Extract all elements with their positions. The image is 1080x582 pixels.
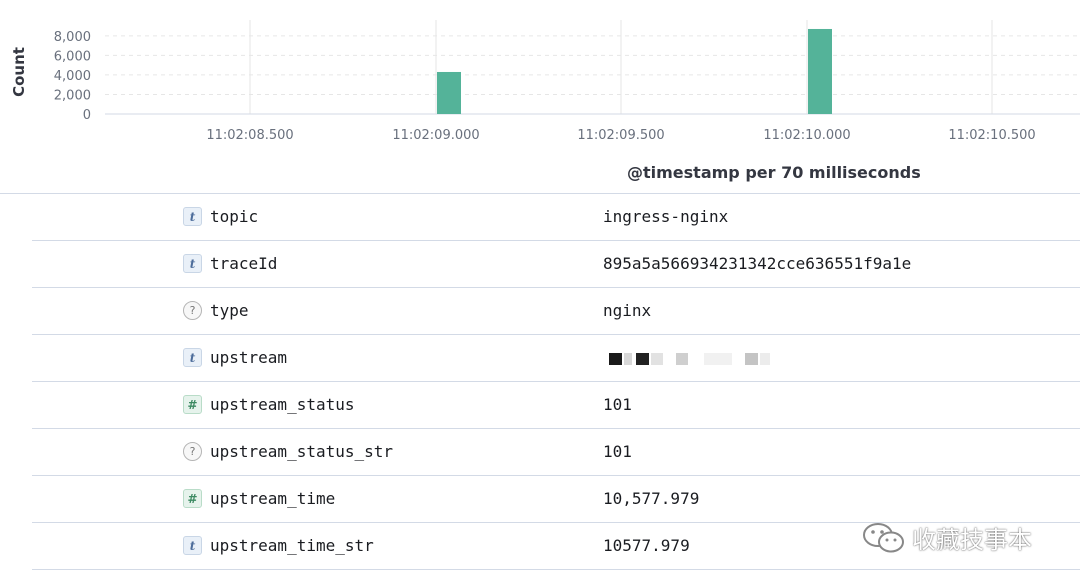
field-name: upstream_status_str [210,442,394,461]
field-value: 101 [603,442,632,461]
y-tick-label: 0 [83,108,91,123]
field-row: # upstream_status 101 [32,382,1080,429]
string-type-icon: t [183,536,202,555]
string-type-icon: t [183,254,202,273]
field-name: upstream [210,348,288,367]
unknown-type-icon: ? [183,442,202,461]
watermark-text: 收藏技事本 [912,526,1032,554]
field-value: ingress-nginx [603,207,729,226]
redacted-value [609,349,779,369]
histogram-chart: 0 2,000 4,000 6,000 8,000 11:02:08.500 11:02:0… [10,20,1080,143]
string-type-icon: t [183,348,202,367]
string-type-icon: t [183,207,202,226]
field-row: # upstream_time 10,577.979 [32,476,1080,523]
x-axis-label: @timestamp per 70 milliseconds [627,163,921,182]
wechat-icon [863,522,904,552]
field-row: t traceId 895a5a566934231342cce636551f9a… [32,241,1080,288]
field-value: 895a5a566934231342cce636551f9a1e [603,254,912,273]
watermark: 收藏技事本 [862,520,1032,555]
field-row: ? type nginx [32,288,1080,335]
field-value: 10577.979 [603,536,690,555]
number-type-icon: # [183,489,202,508]
y-tick-label: 8,000 [54,30,91,45]
field-value: 10,577.979 [603,489,700,508]
y-tick-label: 4,000 [54,69,91,84]
y-tick-label: 2,000 [54,88,91,103]
number-type-icon: # [183,395,202,414]
x-tick-label: 11:02:09.500 [577,128,664,143]
field-row: ? upstream_status_str 101 [32,429,1080,476]
x-tick-label: 11:02:09.000 [392,128,479,143]
field-name: traceId [210,254,278,273]
field-name: topic [210,207,259,226]
field-value: 101 [603,395,632,414]
x-tick-label: 11:02:08.500 [206,128,293,143]
field-row: t topic ingress-nginx [32,194,1080,241]
y-tick-label: 6,000 [54,49,91,64]
histogram-bar [437,71,461,114]
field-value: nginx [603,301,652,320]
field-name: upstream_time [210,489,336,508]
field-row: t upstream [32,335,1080,382]
y-axis-label: Count [10,47,28,97]
field-name: upstream_status [210,395,355,414]
field-name: type [210,301,249,320]
x-tick-label: 11:02:10.000 [763,128,850,143]
histogram-bar [808,28,832,114]
field-name: upstream_time_str [210,536,374,555]
unknown-type-icon: ? [183,301,202,320]
x-tick-label: 11:02:10.500 [948,128,1035,143]
